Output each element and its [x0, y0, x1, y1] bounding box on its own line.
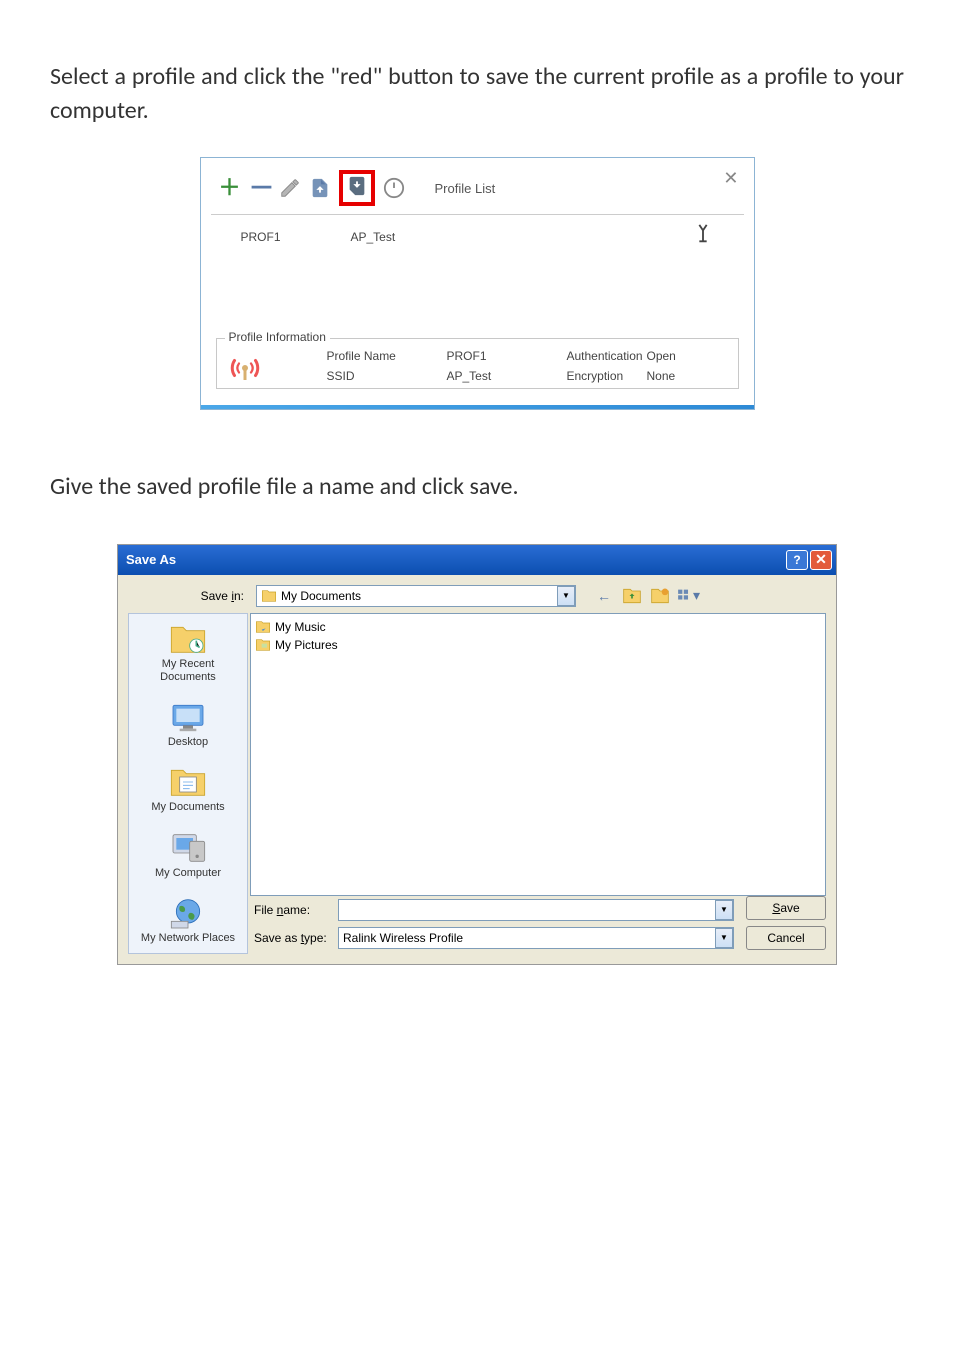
dialog-titlebar: Save As ? ✕: [118, 545, 836, 575]
value-ssid: AP_Test: [447, 369, 567, 383]
new-folder-icon[interactable]: [648, 585, 672, 607]
close-button[interactable]: ✕: [810, 550, 832, 570]
place-label: My Recent Documents: [133, 658, 243, 684]
save-button[interactable]: Save: [746, 896, 826, 920]
folder-item-label: My Pictures: [275, 638, 338, 652]
instruction-text-1: Select a profile and click the "red" but…: [50, 60, 904, 127]
computer-icon: [168, 831, 208, 865]
profile-row-ssid: AP_Test: [351, 230, 551, 244]
save-type-value: Ralink Wireless Profile: [343, 931, 463, 945]
profile-row-name: PROF1: [241, 230, 351, 244]
file-name-input[interactable]: ▼: [338, 899, 734, 921]
instruction-text-2: Give the saved profile file a name and c…: [50, 470, 904, 504]
place-my-computer[interactable]: My Computer: [155, 831, 221, 880]
panel-title: Profile List: [435, 181, 496, 196]
group-legend: Profile Information: [225, 330, 330, 344]
folder-icon: [255, 637, 271, 653]
save-in-value: My Documents: [281, 589, 361, 603]
chevron-down-icon[interactable]: ▼: [557, 586, 575, 606]
cancel-button[interactable]: Cancel: [746, 926, 826, 950]
save-in-dropdown[interactable]: My Documents ▼: [256, 585, 576, 607]
save-type-label: Save as type:: [250, 931, 330, 945]
places-bar: My Recent Documents Desktop My Documents…: [128, 613, 248, 954]
help-button[interactable]: ?: [786, 550, 808, 570]
file-list-area[interactable]: My Music My Pictures: [250, 613, 826, 896]
red-highlight-box: [339, 170, 375, 206]
file-name-row: File name: ▼: [250, 896, 740, 924]
wps-icon[interactable]: [383, 177, 405, 199]
profile-row[interactable]: PROF1 AP_Test: [201, 215, 754, 258]
place-desktop[interactable]: Desktop: [168, 700, 208, 749]
folder-item[interactable]: My Music: [255, 618, 821, 636]
save-in-label: Save in:: [190, 589, 250, 603]
back-icon[interactable]: ←: [592, 585, 616, 607]
profile-list-panel: ＋ － Profile List ✕ PROF1 AP_Test: [200, 157, 755, 410]
save-type-row: Save as type: Ralink Wireless Profile ▼: [250, 924, 740, 952]
save-in-row: Save in: My Documents ▼ ← ▾: [128, 585, 826, 607]
network-icon: [168, 896, 208, 930]
label-profile-name: Profile Name: [327, 349, 447, 363]
file-name-label: File name:: [250, 903, 330, 917]
dialog-title: Save As: [126, 552, 784, 567]
save-as-dialog: Save As ? ✕ Save in: My Documents ▼ ← ▾: [117, 544, 837, 965]
folder-item[interactable]: My Pictures: [255, 636, 821, 654]
import-profile-icon[interactable]: [309, 177, 331, 199]
place-label: Desktop: [168, 736, 208, 749]
place-label: My Documents: [151, 801, 224, 814]
profile-toolbar: ＋ － Profile List ✕: [201, 158, 754, 214]
antenna-icon: [692, 223, 714, 250]
add-profile-icon[interactable]: ＋: [219, 177, 241, 199]
broadcast-icon: [227, 350, 259, 382]
mydocs-icon: [168, 765, 208, 799]
remove-profile-icon[interactable]: －: [249, 177, 271, 199]
chevron-down-icon[interactable]: ▼: [715, 928, 733, 948]
value-encryption: None: [647, 369, 687, 383]
label-ssid: SSID: [327, 369, 447, 383]
place-my-network[interactable]: My Network Places: [141, 896, 235, 945]
label-authentication: Authentication: [567, 349, 647, 363]
export-profile-icon[interactable]: [346, 175, 368, 202]
place-recent-documents[interactable]: My Recent Documents: [133, 622, 243, 684]
place-label: My Network Places: [141, 932, 235, 945]
close-icon[interactable]: ✕: [723, 168, 738, 189]
folder-item-label: My Music: [275, 620, 326, 634]
profile-information-group: Profile Information Profile Name PROF1 A…: [216, 338, 739, 389]
label-encryption: Encryption: [567, 369, 647, 383]
view-menu-icon[interactable]: ▾: [676, 585, 700, 607]
desktop-icon: [168, 700, 208, 734]
save-type-dropdown[interactable]: Ralink Wireless Profile ▼: [338, 927, 734, 949]
value-authentication: Open: [647, 349, 687, 363]
folder-icon: [261, 588, 277, 604]
chevron-down-icon[interactable]: ▼: [715, 900, 733, 920]
recent-docs-icon: [168, 622, 208, 656]
edit-profile-icon[interactable]: [279, 177, 301, 199]
place-my-documents[interactable]: My Documents: [151, 765, 224, 814]
folder-icon: [255, 619, 271, 635]
place-label: My Computer: [155, 867, 221, 880]
up-folder-icon[interactable]: [620, 585, 644, 607]
value-profile-name: PROF1: [447, 349, 567, 363]
